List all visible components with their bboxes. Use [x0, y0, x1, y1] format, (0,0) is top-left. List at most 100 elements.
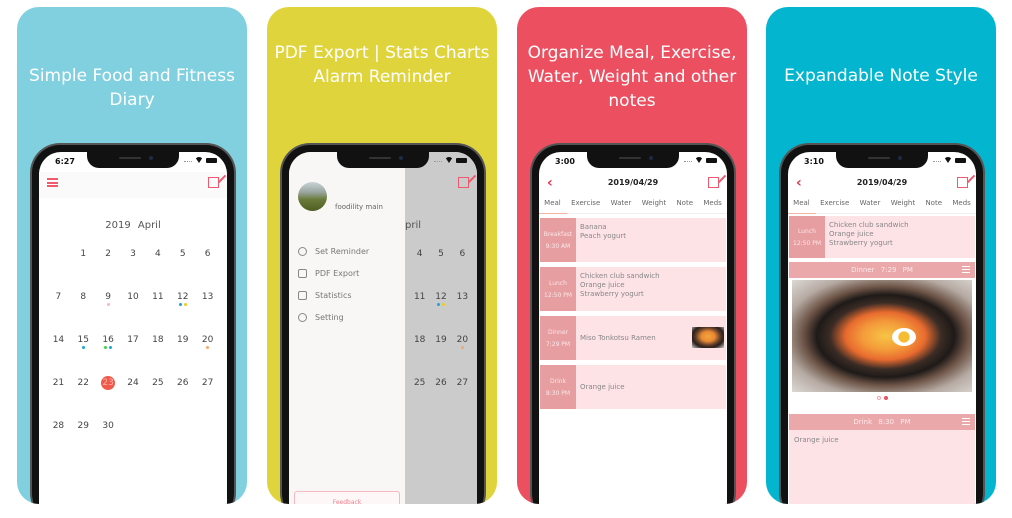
entry-lunch[interactable]: Lunch 12:50 PM Chicken club sandwich Oran…	[789, 216, 975, 258]
calendar-day[interactable]: 8	[71, 290, 96, 308]
calendar-day[interactable]: 19	[170, 333, 195, 351]
tab-water[interactable]: Water	[611, 194, 632, 213]
calendar-day[interactable]: 6	[195, 247, 220, 265]
day-number: 4	[154, 249, 161, 259]
dimmed-calendar[interactable]: pril 4 5 6 11 12 13 18 19 20 25 26 27	[405, 152, 477, 504]
calendar-day[interactable]: 23	[96, 376, 121, 394]
calendar-day[interactable]: 2	[96, 247, 121, 265]
calendar-day[interactable]: 28	[46, 419, 71, 437]
entry-items: Miso Tonkotsu Ramen	[576, 316, 726, 360]
calendar-empty-cell	[46, 247, 71, 265]
drawer-item-label: Set Reminder	[315, 246, 370, 256]
drawer-item-setting[interactable]: Setting	[298, 306, 369, 328]
calendar-day[interactable]: 9	[96, 290, 121, 308]
entry-breakfast[interactable]: Breakfast 9:30 AM Banana Peach yogurt	[540, 218, 726, 262]
event-dot	[460, 346, 464, 349]
drawer-item-pdf-export[interactable]: PDF Export	[298, 262, 369, 284]
event-dots	[96, 346, 121, 349]
day-number: 12	[176, 292, 189, 302]
calendar-day[interactable]: 25	[145, 376, 170, 394]
entry-drink[interactable]: Drink 8:30 PM Orange juice	[540, 365, 726, 409]
day-number: 4	[416, 249, 423, 259]
calendar-day[interactable]: 16	[96, 333, 121, 351]
note-menu-icon[interactable]	[962, 418, 970, 425]
calendar-day[interactable]: 30	[96, 419, 121, 437]
tab-water[interactable]: Water	[860, 194, 881, 213]
calendar-day[interactable]: 17	[121, 333, 146, 351]
event-dot	[178, 303, 182, 306]
note-menu-icon[interactable]	[962, 266, 970, 273]
entry-label: Drink 8:30 PM	[540, 365, 576, 409]
tab-note[interactable]: Note	[925, 194, 942, 213]
tab-exercise[interactable]: Exercise	[820, 194, 849, 213]
event-dot	[183, 303, 187, 306]
calendar-row: 25 26 27	[409, 376, 473, 419]
entry-label: Breakfast 9:30 AM	[540, 218, 576, 262]
calendar-day[interactable]: 13	[195, 290, 220, 308]
entry-items: Orange juice	[576, 365, 726, 409]
calendar-day[interactable]: 18	[145, 333, 170, 351]
calendar-day[interactable]: 27	[195, 376, 220, 394]
calendar-day: 18	[409, 333, 430, 351]
tab-meal[interactable]: Meal	[539, 194, 567, 214]
gear-icon	[298, 312, 307, 322]
calendar-day[interactable]: 4	[145, 247, 170, 265]
calendar-day[interactable]: 10	[121, 290, 146, 308]
battery-icon	[955, 157, 966, 163]
page-dot[interactable]	[883, 396, 888, 400]
calendar-day[interactable]: 14	[46, 333, 71, 351]
category-tabs: Meal Exercise Water Weight Note Meds	[539, 194, 727, 214]
calendar-day[interactable]: 15	[71, 333, 96, 351]
edit-icon[interactable]	[957, 177, 968, 188]
calendar-day[interactable]: 1	[71, 247, 96, 265]
day-number: 19	[176, 335, 189, 345]
food-photo-thumbnail[interactable]	[692, 327, 724, 348]
tab-weight[interactable]: Weight	[642, 194, 666, 213]
entry-item: Orange juice	[580, 281, 625, 289]
drawer-item-set-reminder[interactable]: Set Reminder	[298, 240, 369, 262]
edit-icon	[458, 177, 469, 188]
day-number: 25	[413, 378, 426, 388]
calendar-day[interactable]: 11	[145, 290, 170, 308]
calendar-day: 19	[430, 333, 451, 351]
edit-icon[interactable]	[208, 177, 219, 188]
calendar-day[interactable]: 12	[170, 290, 195, 308]
calendar-day: 5	[430, 247, 451, 265]
calendar-day[interactable]: 22	[71, 376, 96, 394]
tab-exercise[interactable]: Exercise	[571, 194, 600, 213]
drawer-item-statistics[interactable]: Statistics	[298, 284, 369, 306]
calendar-day[interactable]: 21	[46, 376, 71, 394]
event-dots	[71, 346, 96, 349]
tab-meds[interactable]: Meds	[952, 194, 970, 213]
day-number: 11	[413, 292, 426, 302]
calendar-day[interactable]: 5	[170, 247, 195, 265]
avatar[interactable]	[298, 182, 327, 211]
page-dot[interactable]	[876, 396, 881, 400]
status-time: 6:27	[55, 157, 75, 166]
tab-meal[interactable]: Meal	[788, 194, 816, 214]
tab-meds[interactable]: Meds	[703, 194, 721, 213]
signal-icon	[434, 158, 442, 162]
calendar-day: 4	[409, 247, 430, 265]
wifi-icon	[695, 157, 703, 163]
calendar-day[interactable]: 7	[46, 290, 71, 308]
edit-icon[interactable]	[708, 177, 719, 188]
feedback-button[interactable]: Feedback	[294, 491, 400, 504]
tab-weight[interactable]: Weight	[891, 194, 915, 213]
calendar-day[interactable]: 26	[170, 376, 195, 394]
calendar-day[interactable]: 29	[71, 419, 96, 437]
entry-dinner[interactable]: Dinner 7:29 PM Miso Tonkotsu Ramen	[540, 316, 726, 360]
event-dot	[104, 346, 108, 349]
entry-lunch[interactable]: Lunch 12:50 PM Chicken club sandwich Orange…	[540, 267, 726, 311]
food-photo-ramen[interactable]	[792, 280, 972, 392]
calendar-day: 11	[409, 290, 430, 308]
calendar-day[interactable]: 24	[121, 376, 146, 394]
calendar-day[interactable]: 3	[121, 247, 146, 265]
note-header-dinner[interactable]: Dinner 7:29 PM	[789, 262, 975, 278]
tab-note[interactable]: Note	[676, 194, 693, 213]
photo-pager[interactable]	[789, 394, 975, 402]
calendar-day[interactable]: 20	[195, 333, 220, 351]
note-header-drink[interactable]: Drink 8:30 PM	[789, 414, 975, 430]
calendar-day: 27	[452, 376, 473, 394]
menu-icon[interactable]	[47, 178, 58, 187]
